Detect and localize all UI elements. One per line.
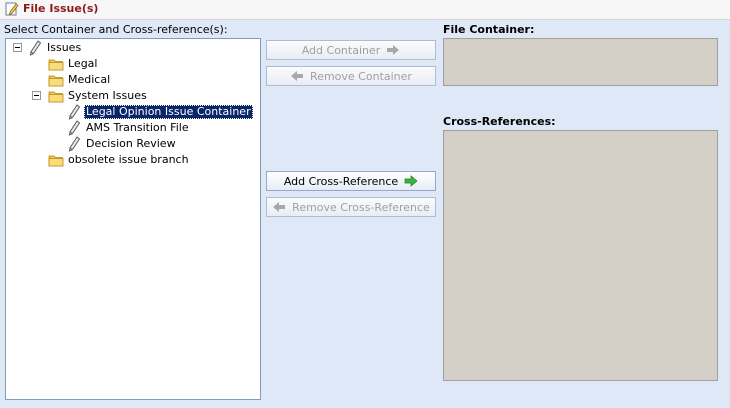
collapse-toggle-system-issues[interactable] xyxy=(32,91,41,100)
arrow-right-icon xyxy=(387,45,400,55)
arrow-right-icon xyxy=(404,175,418,187)
folder-icon xyxy=(48,75,64,86)
select-container-label: Select Container and Cross-reference(s): xyxy=(4,23,228,36)
file-container-box[interactable] xyxy=(443,38,718,86)
collapse-toggle-issues[interactable] xyxy=(13,43,22,52)
pencil-icon xyxy=(69,104,80,119)
tree-node-legal-opinion[interactable]: Legal Opinion Issue Container xyxy=(67,104,253,119)
arrow-left-icon xyxy=(291,71,304,81)
tree-node-issues[interactable]: Issues xyxy=(28,40,83,55)
page-title: File Issue(s) xyxy=(23,2,99,15)
add-container-button[interactable]: Add Container xyxy=(266,40,436,60)
cross-references-label: Cross-References: xyxy=(443,115,556,128)
pencil-icon xyxy=(69,120,80,135)
tree-node-decision-review[interactable]: Decision Review xyxy=(67,136,178,151)
folder-icon xyxy=(48,91,64,102)
edit-document-icon xyxy=(5,2,19,16)
cross-references-list[interactable] xyxy=(443,130,718,381)
issue-tree[interactable]: Issues Legal Medical System Issues Legal… xyxy=(5,38,261,400)
folder-icon xyxy=(48,155,64,166)
tree-node-system-issues[interactable]: System Issues xyxy=(48,88,149,103)
tree-node-medical[interactable]: Medical xyxy=(48,72,112,87)
title-bar: File Issue(s) xyxy=(0,0,730,20)
tree-node-legal[interactable]: Legal xyxy=(48,56,99,71)
remove-container-button[interactable]: Remove Container xyxy=(266,66,436,86)
file-container-label: File Container: xyxy=(443,23,535,36)
arrow-left-icon xyxy=(273,202,286,212)
add-cross-reference-button[interactable]: Add Cross-Reference xyxy=(266,171,436,191)
pencil-icon xyxy=(30,40,41,55)
pencil-icon xyxy=(69,136,80,151)
folder-icon xyxy=(48,59,64,70)
tree-node-ams-transition[interactable]: AMS Transition File xyxy=(67,120,191,135)
remove-cross-reference-button[interactable]: Remove Cross-Reference xyxy=(266,197,436,217)
tree-node-obsolete[interactable]: obsolete issue branch xyxy=(48,152,191,167)
